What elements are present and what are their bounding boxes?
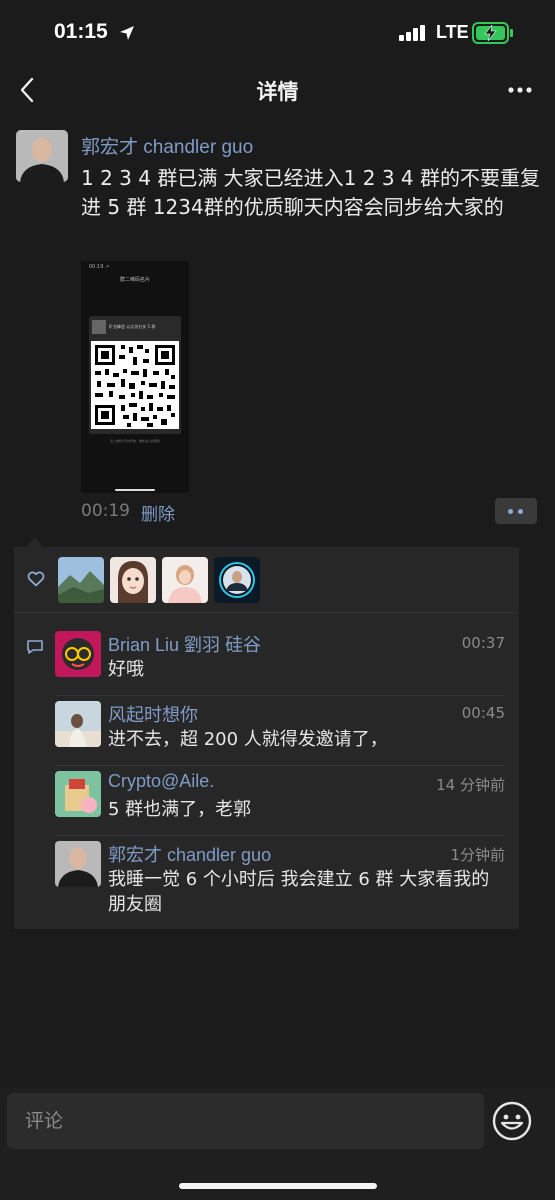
more-dots-icon[interactable] — [507, 86, 533, 94]
comment-bubble-icon — [27, 640, 43, 654]
comment-divider — [55, 695, 505, 696]
comment-author[interactable]: Brian Liu 劉羽 硅谷 — [108, 631, 261, 657]
comment-text: 我睡一觉 6 个小时后 我会建立 6 群 大家看我的朋友圈 — [108, 869, 490, 915]
comment-author[interactable]: 风起时想你 — [108, 701, 198, 727]
panel-pointer — [27, 537, 43, 547]
dot-icon — [508, 509, 513, 514]
comment-text: 5 群也满了，老郭 — [108, 799, 252, 820]
image-footer-text: 该二维码7天内有效，重新进入将更新 — [110, 439, 160, 443]
image-title: 群二维码名片 — [119, 277, 150, 283]
battery-charging-icon — [472, 22, 513, 44]
status-bar: 01:15 LTE — [0, 0, 555, 62]
nav-bar: 详情 — [0, 62, 555, 118]
comment-avatar[interactable] — [55, 701, 101, 747]
like-avatar-cartoon[interactable] — [110, 557, 156, 603]
comment-avatar[interactable] — [55, 771, 101, 817]
image-group-avatar — [92, 320, 106, 334]
page-title: 详情 — [256, 80, 299, 104]
comment-text: 好哦 — [108, 659, 144, 680]
likes-row — [14, 547, 519, 613]
post-author-name[interactable]: 郭宏才 chandler guo — [81, 132, 253, 159]
qr-code-icon — [91, 341, 179, 429]
comment-input[interactable] — [7, 1093, 484, 1149]
comment-time: 00:37 — [461, 634, 505, 652]
image-home-indicator — [115, 489, 155, 491]
comment-divider — [55, 765, 505, 766]
comment-time: 00:45 — [461, 704, 505, 722]
delete-button[interactable]: 删除 — [141, 500, 175, 525]
interactions-panel: Brian Liu 劉羽 硅谷 00:37 好哦 风起时想你 00:45 进不去… — [14, 547, 519, 929]
comment-time: 1分钟前 — [450, 846, 505, 864]
network-label: LTE — [436, 22, 469, 42]
post-timestamp: 00:19 — [81, 501, 130, 521]
location-arrow-icon — [120, 26, 134, 40]
post-image-qr-screenshot[interactable]: 00:19 ↗ 群二维码名片 矿业峰会 以太坊分叉 5 群 该二维码7天内有效，… — [81, 261, 189, 493]
comment-author[interactable]: 郭宏才 chandler guo — [108, 841, 271, 867]
like-avatar-mountain[interactable] — [58, 557, 104, 603]
like-avatar-man[interactable] — [214, 557, 260, 603]
post-author-avatar[interactable] — [16, 130, 68, 182]
comment-text: 进不去，超 200 人就得发邀请了， — [108, 729, 388, 750]
signal-bars-icon — [399, 25, 425, 41]
comment-time: 14 分钟前 — [436, 776, 505, 794]
comment-author[interactable]: Crypto@Aile. — [108, 771, 214, 792]
post-text: 1 2 3 4 群已满 大家已经进入1 2 3 4 群的不要重复进 5 群 12… — [81, 166, 541, 219]
image-qr-card: 矿业峰会 以太坊分叉 5 群 — [89, 316, 181, 434]
comment-input-bar — [0, 1088, 555, 1200]
image-status-time: 00:19 ↗ — [89, 264, 110, 270]
image-group-name: 矿业峰会 以太坊分叉 5 群 — [109, 324, 156, 329]
dot-icon — [518, 509, 523, 514]
status-time: 01:15 — [54, 20, 108, 43]
emoji-icon[interactable] — [491, 1100, 533, 1142]
like-comment-menu-button[interactable] — [495, 498, 537, 524]
comment-avatar[interactable] — [55, 841, 101, 887]
comment-avatar[interactable] — [55, 631, 101, 677]
heart-icon — [27, 571, 45, 587]
home-indicator — [179, 1183, 377, 1189]
comment-divider — [55, 835, 505, 836]
like-avatar-girl[interactable] — [162, 557, 208, 603]
